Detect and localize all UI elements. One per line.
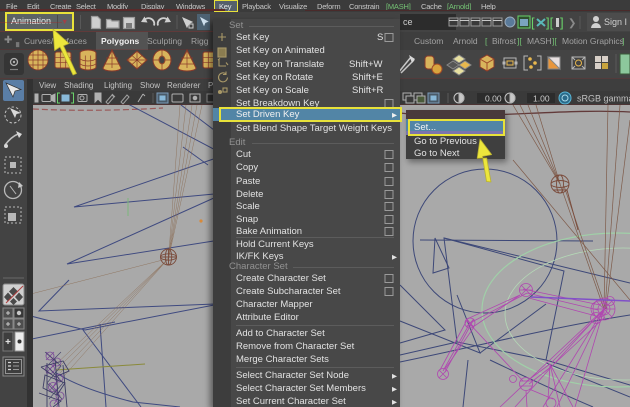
svg-text:[: [	[531, 15, 535, 30]
svg-text:1.00: 1.00	[533, 94, 550, 104]
svg-text:0.00: 0.00	[485, 94, 502, 104]
svg-text:sRGB gamma: sRGB gamma	[577, 94, 630, 104]
svg-text:][: ][	[546, 15, 554, 30]
svg-text:❯: ❯	[568, 18, 576, 29]
svg-text:]: ]	[560, 15, 564, 30]
